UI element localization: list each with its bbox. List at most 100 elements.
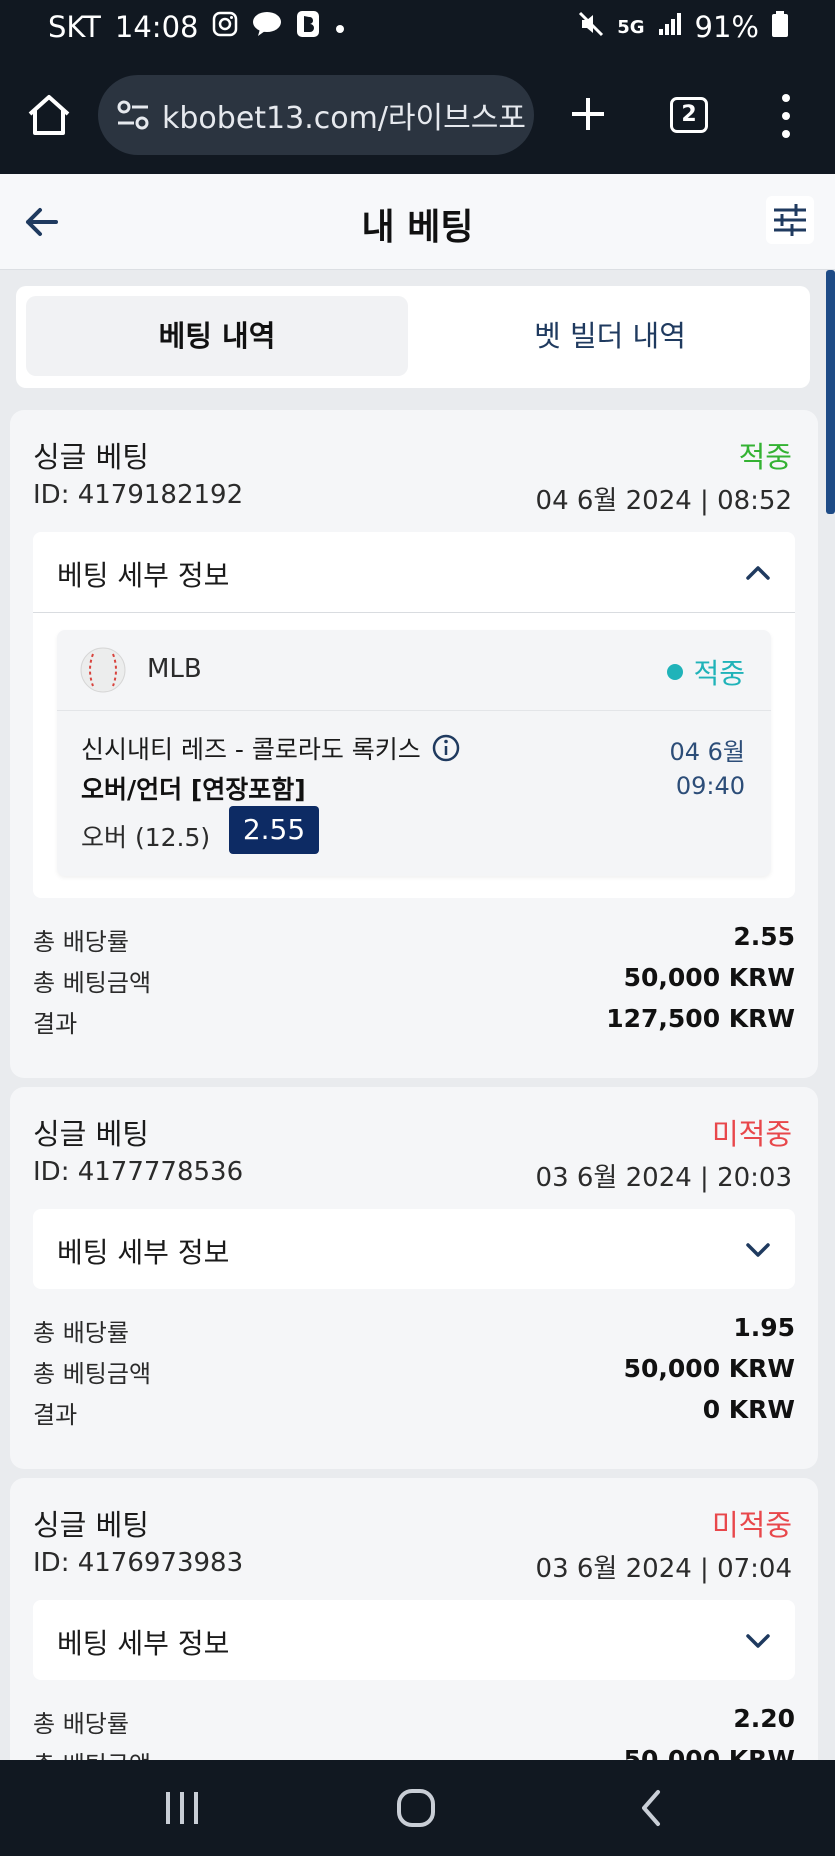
browser-menu-button[interactable] (776, 90, 796, 142)
bet-details-toggle[interactable]: 베팅 세부 정보 (33, 532, 795, 612)
bet-type: 싱글 베팅 (33, 440, 149, 474)
address-bar[interactable]: kbobet13.com/라이브스포 (98, 75, 534, 155)
summary-row-result: 결과 127,500 KRW (33, 1004, 795, 1044)
scrollbar-thumb[interactable] (826, 270, 835, 514)
system-back-button[interactable] (636, 1788, 666, 1828)
tab-count: 2 (681, 102, 697, 127)
battery-percent: 91% (694, 10, 759, 44)
bet-details-panel: 베팅 세부 정보 MLB 적중 신시내티 레즈 - 콜로라도 록키스 04 6월… (33, 532, 795, 898)
new-tab-button[interactable] (566, 92, 610, 136)
carrier-label: SKT (48, 10, 101, 44)
bet-type: 싱글 베팅 (33, 1117, 149, 1151)
summary-value: 50,000 KRW (623, 1354, 795, 1383)
bet-details-panel: 베팅 세부 정보 (33, 1209, 795, 1289)
bet-id: ID: 4176973983 (33, 1548, 244, 1578)
bet-status: 미적중 (711, 1117, 792, 1151)
summary-label: 총 배당률 (33, 1319, 129, 1347)
chevron-down-icon (743, 1235, 773, 1265)
summary-label: 결과 (33, 1010, 78, 1038)
system-home-button[interactable] (396, 1788, 436, 1828)
bet-details-toggle[interactable]: 베팅 세부 정보 (33, 1600, 795, 1680)
bet-card: 싱글 베팅 미적중 ID: 4177778536 03 6월 2024 | 20… (10, 1087, 818, 1469)
battery-icon (771, 10, 789, 44)
kakaotalk-icon (252, 11, 282, 43)
more-vert-icon (782, 94, 790, 138)
bet-status: 적중 (738, 440, 792, 474)
divider (57, 710, 771, 711)
summary-label: 총 배당률 (33, 1710, 129, 1738)
plus-icon (572, 98, 604, 130)
bet-details-toggle[interactable]: 베팅 세부 정보 (33, 1209, 795, 1289)
selection-status: 적중 (667, 652, 745, 692)
selection-status-label: 적중 (693, 657, 745, 690)
bet-card: 싱글 베팅 미적중 ID: 4176973983 03 6월 2024 | 07… (10, 1478, 818, 1779)
recent-apps-button[interactable] (162, 1790, 202, 1826)
bet-details-label: 베팅 세부 정보 (57, 1236, 230, 1269)
system-nav-bar (0, 1760, 835, 1856)
tab-bet-builder-history[interactable]: 벳 빌더 내역 (420, 296, 800, 376)
match-time: 09:40 (675, 772, 745, 800)
league-name: MLB (147, 654, 202, 684)
summary-row-total-odds: 총 배당률 2.20 (33, 1704, 795, 1744)
url-text[interactable]: kbobet13.com/라이브스포 (162, 93, 526, 137)
info-icon[interactable] (431, 733, 461, 763)
summary-row-total-odds: 총 배당률 1.95 (33, 1313, 795, 1353)
site-settings-icon (117, 100, 149, 130)
sliders-icon (774, 204, 806, 236)
summary-value: 127,500 KRW (606, 1004, 795, 1033)
summary-row-result: 결과 0 KRW (33, 1395, 795, 1435)
status-bar: SKT 14:08 5G 91% (0, 0, 835, 60)
site-settings-button[interactable] (114, 95, 154, 135)
summary-label: 총 배당률 (33, 928, 129, 956)
match-date: 04 6월 (669, 738, 745, 766)
tab-bet-history[interactable]: 베팅 내역 (26, 296, 408, 376)
mute-icon (577, 10, 605, 44)
bet-history-tabs: 베팅 내역 벳 빌더 내역 (16, 286, 810, 388)
browser-home-button[interactable] (24, 90, 74, 140)
tab-switcher-button[interactable]: 2 (670, 97, 708, 133)
bet-id: ID: 4177778536 (33, 1157, 244, 1187)
bet-details-panel: 베팅 세부 정보 (33, 1600, 795, 1680)
match-name: 신시내티 레즈 - 콜로라도 록키스 (81, 730, 461, 766)
summary-row-total-stake: 총 베팅금액 50,000 KRW (33, 963, 795, 1003)
summary-label: 총 베팅금액 (33, 969, 152, 997)
bet-date: 03 6월 2024 | 20:03 (535, 1163, 792, 1193)
bet-card: 싱글 베팅 적중 ID: 4179182192 04 6월 2024 | 08:… (10, 410, 818, 1078)
instagram-icon (212, 11, 238, 43)
page-header: 내 베팅 (0, 174, 835, 270)
summary-row-total-odds: 총 배당률 2.55 (33, 922, 795, 962)
bet-date: 04 6월 2024 | 08:52 (535, 486, 792, 516)
chevron-down-icon (743, 1626, 773, 1656)
chevron-up-icon (743, 558, 773, 588)
summary-value: 2.55 (733, 922, 795, 951)
selection-odds: 2.55 (229, 806, 319, 854)
market-name: 오버/언더 [연장포함] (81, 775, 306, 804)
summary-row-total-stake: 총 베팅금액 50,000 KRW (33, 1354, 795, 1394)
page-title: 내 베팅 (361, 207, 474, 248)
summary-label: 총 베팅금액 (33, 1360, 152, 1388)
summary-value: 50,000 KRW (623, 963, 795, 992)
summary-value: 2.20 (733, 1704, 795, 1733)
notification-dot-icon (334, 13, 346, 41)
home-icon (28, 95, 70, 135)
divider (33, 612, 795, 613)
filter-button[interactable] (766, 196, 814, 244)
match-teams: 신시내티 레즈 - 콜로라도 록키스 (81, 735, 421, 764)
signal-icon (657, 11, 683, 43)
bet-type: 싱글 베팅 (33, 1508, 149, 1542)
band-app-icon (296, 10, 320, 44)
status-dot-icon (667, 664, 684, 680)
bet-details-label: 베팅 세부 정보 (57, 1627, 230, 1660)
clock: 14:08 (114, 10, 199, 44)
recent-apps-icon (166, 1792, 198, 1824)
home-circle-icon (397, 1789, 435, 1827)
bet-selection: MLB 적중 신시내티 레즈 - 콜로라도 록키스 04 6월 오버/언더 [연… (57, 630, 771, 876)
summary-label: 결과 (33, 1401, 78, 1429)
browser-toolbar: kbobet13.com/라이브스포 2 (0, 60, 835, 174)
network-label: 5G (617, 16, 645, 38)
bet-status: 미적중 (711, 1508, 792, 1542)
bet-id: ID: 4179182192 (33, 480, 244, 510)
baseball-icon (79, 646, 127, 694)
network-5g-icon: 5G (617, 17, 644, 38)
summary-value: 1.95 (733, 1313, 795, 1342)
